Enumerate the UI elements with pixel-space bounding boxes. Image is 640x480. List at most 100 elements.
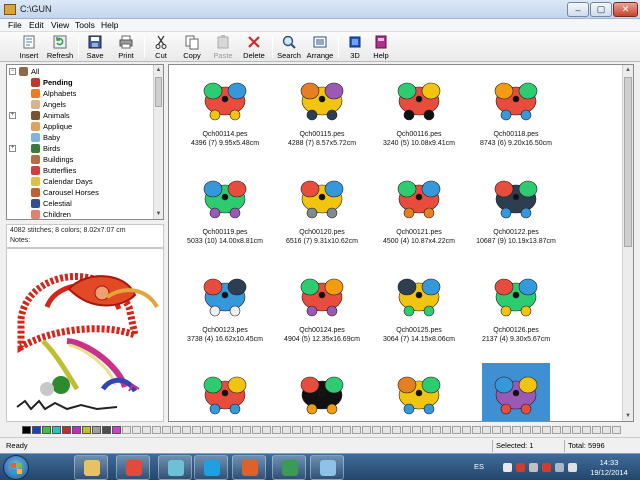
collapse-icon[interactable]: −	[9, 68, 16, 75]
insert-button[interactable]: Insert	[14, 33, 44, 61]
empty-swatch[interactable]	[362, 426, 371, 434]
tree-item[interactable]: + Animals	[7, 110, 153, 121]
tree-item[interactable]: Buildings	[7, 154, 153, 165]
network-icon[interactable]	[503, 463, 512, 472]
empty-swatch[interactable]	[212, 426, 221, 434]
design-thumbnail[interactable]: Qch00118.pes 8743 (6) 9.20x16.50cm	[468, 67, 564, 163]
color-swatch[interactable]	[82, 426, 91, 434]
scroll-up-arrow-icon[interactable]: ▲	[154, 65, 163, 75]
delete-button[interactable]: Delete	[239, 33, 269, 61]
menu-help[interactable]: Help	[101, 20, 118, 30]
scroll-thumb[interactable]	[624, 77, 632, 247]
design-thumbnail[interactable]: Qch00121.pes 4500 (4) 10.87x4.22cm	[371, 165, 467, 261]
empty-swatch[interactable]	[152, 426, 161, 434]
tree-item[interactable]: Carousel Horses	[7, 187, 153, 198]
title-bar[interactable]: C:\GUN – ▢ ✕	[0, 0, 640, 19]
empty-swatch[interactable]	[292, 426, 301, 434]
arrange-button[interactable]: Arrange	[305, 33, 335, 61]
empty-swatch[interactable]	[452, 426, 461, 434]
tree-item[interactable]: Angels	[7, 99, 153, 110]
design-thumbnail[interactable]: Qch00126.pes 2137 (4) 9.30x5.67cm	[468, 263, 564, 359]
taskbar-app-button[interactable]	[310, 455, 344, 480]
design-thumbnail[interactable]: Qch00123.pes 3738 (4) 16.62x10.45cm	[177, 263, 273, 359]
tree-item[interactable]: Celestial	[7, 198, 153, 209]
empty-swatch[interactable]	[392, 426, 401, 434]
empty-swatch[interactable]	[442, 426, 451, 434]
empty-swatch[interactable]	[482, 426, 491, 434]
empty-swatch[interactable]	[202, 426, 211, 434]
color-swatch[interactable]	[112, 426, 121, 434]
empty-swatch[interactable]	[462, 426, 471, 434]
design-grid[interactable]: Qch00114.pes 4396 (7) 9.95x5.48cm Qch00115…	[168, 64, 634, 422]
design-thumbnail[interactable]: Qch00122.pes 10687 (9) 10.19x13.87cm	[468, 165, 564, 261]
maximize-button[interactable]: ▢	[590, 2, 612, 17]
empty-swatch[interactable]	[412, 426, 421, 434]
tree-item[interactable]: Alphabets	[7, 88, 153, 99]
empty-swatch[interactable]	[432, 426, 441, 434]
empty-swatch[interactable]	[552, 426, 561, 434]
scroll-down-arrow-icon[interactable]: ▼	[623, 411, 633, 421]
start-button[interactable]	[3, 455, 29, 480]
empty-swatch[interactable]	[272, 426, 281, 434]
empty-swatch[interactable]	[182, 426, 191, 434]
clock-date[interactable]: 19/12/2014	[588, 468, 630, 477]
empty-swatch[interactable]	[492, 426, 501, 434]
category-tree[interactable]: − All Pending Alphabets Angels + Animals Appliq…	[6, 64, 164, 220]
design-thumbnail[interactable]: Qch00116.pes 3240 (5) 10.08x9.41cm	[371, 67, 467, 163]
empty-swatch[interactable]	[532, 426, 541, 434]
empty-swatch[interactable]	[382, 426, 391, 434]
menu-view[interactable]: View	[51, 20, 69, 30]
design-thumbnail[interactable]: Qch00115.pes 4288 (7) 8.57x5.72cm	[274, 67, 370, 163]
expand-icon[interactable]: +	[9, 145, 16, 152]
search-button[interactable]: Search	[274, 33, 304, 61]
empty-swatch[interactable]	[142, 426, 151, 434]
taskbar-app-button[interactable]	[232, 455, 266, 480]
empty-swatch[interactable]	[322, 426, 331, 434]
empty-swatch[interactable]	[562, 426, 571, 434]
tray-icon[interactable]	[542, 463, 551, 472]
print-button[interactable]: Print	[111, 33, 141, 61]
empty-swatch[interactable]	[542, 426, 551, 434]
paste-button[interactable]: Paste	[208, 33, 238, 61]
empty-swatch[interactable]	[372, 426, 381, 434]
tray-icon[interactable]	[529, 463, 538, 472]
empty-swatch[interactable]	[512, 426, 521, 434]
design-thumbnail[interactable]: Qch00125.pes 3064 (7) 14.15x8.06cm	[371, 263, 467, 359]
empty-swatch[interactable]	[132, 426, 141, 434]
volume-icon[interactable]	[568, 463, 577, 472]
empty-swatch[interactable]	[302, 426, 311, 434]
design-thumbnail[interactable]: Qch00120.pes 6516 (7) 9.31x10.62cm	[274, 165, 370, 261]
gmail-icon[interactable]	[516, 463, 525, 472]
empty-swatch[interactable]	[172, 426, 181, 434]
empty-swatch[interactable]	[192, 426, 201, 434]
design-thumbnail[interactable]	[468, 361, 564, 421]
tree-item[interactable]: Butterflies	[7, 165, 153, 176]
empty-swatch[interactable]	[232, 426, 241, 434]
empty-swatch[interactable]	[612, 426, 621, 434]
tree-item[interactable]: − All	[7, 66, 153, 77]
close-button[interactable]: ✕	[613, 2, 638, 17]
scroll-down-arrow-icon[interactable]: ▼	[154, 209, 163, 219]
taskbar-app-button[interactable]	[272, 455, 306, 480]
empty-swatch[interactable]	[242, 426, 251, 434]
empty-swatch[interactable]	[422, 426, 431, 434]
cut-button[interactable]: Cut	[146, 33, 176, 61]
tree-item[interactable]: Applique	[7, 121, 153, 132]
color-swatch[interactable]	[92, 426, 101, 434]
menu-file[interactable]: File	[8, 20, 22, 30]
empty-swatch[interactable]	[582, 426, 591, 434]
empty-swatch[interactable]	[522, 426, 531, 434]
empty-swatch[interactable]	[602, 426, 611, 434]
empty-swatch[interactable]	[592, 426, 601, 434]
design-thumbnail[interactable]	[371, 361, 467, 421]
empty-swatch[interactable]	[332, 426, 341, 434]
tree-scrollbar[interactable]: ▲ ▼	[153, 65, 163, 219]
help-button[interactable]: Help	[366, 33, 396, 61]
empty-swatch[interactable]	[402, 426, 411, 434]
design-thumbnail[interactable]	[177, 361, 273, 421]
clock-time[interactable]: 14:33	[588, 458, 630, 467]
design-thumbnail[interactable]: Qch00114.pes 4396 (7) 9.95x5.48cm	[177, 67, 273, 163]
empty-swatch[interactable]	[262, 426, 271, 434]
color-swatch[interactable]	[22, 426, 31, 434]
taskbar-app-button[interactable]	[158, 455, 192, 480]
